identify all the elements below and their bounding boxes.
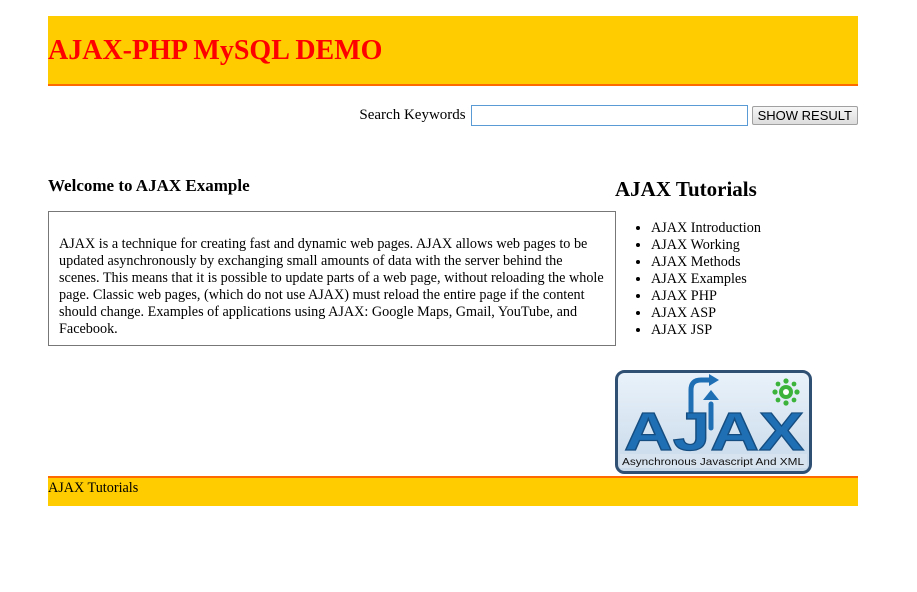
tutorial-item-php[interactable]: AJAX PHP <box>651 288 761 305</box>
tutorial-item-working[interactable]: AJAX Working <box>651 237 761 254</box>
site-title: AJAX-PHP MySQL DEMO <box>48 35 383 66</box>
ajax-logo-icon: AJAX Asynchronous Javascript And XML <box>615 370 812 474</box>
tutorial-list: AJAX Introduction AJAX Working AJAX Meth… <box>615 220 761 339</box>
footer-text: AJAX Tutorials <box>48 480 139 496</box>
logo-tagline: Asynchronous Javascript And XML <box>622 456 804 468</box>
sidebar-heading: AJAX Tutorials <box>615 177 757 201</box>
welcome-heading: Welcome to AJAX Example <box>48 176 250 195</box>
search-label: Search Keywords <box>359 107 466 123</box>
page-footer: AJAX Tutorials <box>48 476 858 506</box>
tutorial-item-methods[interactable]: AJAX Methods <box>651 254 761 271</box>
tutorial-item-examples[interactable]: AJAX Examples <box>651 271 761 288</box>
tutorial-item-jsp[interactable]: AJAX JSP <box>651 322 761 339</box>
logo-wordmark: AJAX <box>624 402 804 462</box>
content-text: AJAX is a technique for creating fast an… <box>59 236 604 337</box>
show-result-button[interactable]: SHOW RESULT <box>751 106 858 125</box>
tutorial-item-asp[interactable]: AJAX ASP <box>651 305 761 322</box>
search-input[interactable] <box>470 105 748 126</box>
tutorial-item-introduction[interactable]: AJAX Introduction <box>651 220 761 237</box>
search-bar: Search Keywords SHOW RESULT <box>359 104 858 127</box>
content-box: AJAX is a technique for creating fast an… <box>48 211 616 346</box>
page-header: AJAX-PHP MySQL DEMO <box>48 16 858 86</box>
